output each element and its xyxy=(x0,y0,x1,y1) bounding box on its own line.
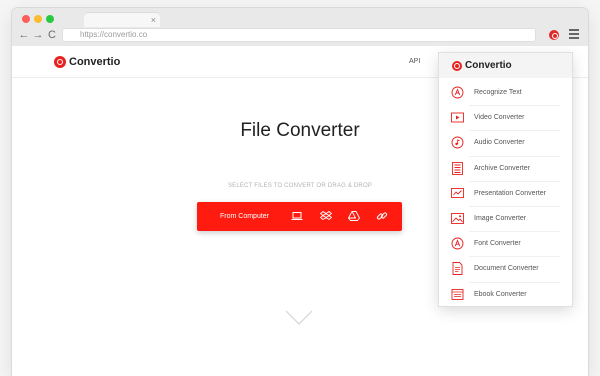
browser-tab[interactable]: × xyxy=(84,13,160,27)
menu-item-font-converter[interactable]: Font Converter xyxy=(439,231,572,256)
video-icon xyxy=(451,112,464,123)
dropbox-icon[interactable] xyxy=(320,210,332,222)
menu-item-label: Audio Converter xyxy=(474,139,525,147)
menu-item-image-converter[interactable]: Image Converter xyxy=(439,205,572,231)
audio-icon xyxy=(451,136,464,149)
address-bar[interactable]: https://convertio.co xyxy=(62,28,536,42)
font-icon xyxy=(451,237,464,250)
link-icon[interactable] xyxy=(376,210,388,222)
back-arrow-icon[interactable]: ← xyxy=(18,29,30,41)
archive-icon xyxy=(452,161,463,175)
google-drive-icon[interactable] xyxy=(348,210,360,222)
menu-item-label: Archive Converter xyxy=(474,164,531,172)
image-icon xyxy=(451,212,464,224)
menu-item-archive-converter[interactable]: Archive Converter xyxy=(439,155,572,181)
tab-close-icon[interactable]: × xyxy=(151,13,156,27)
from-computer-button[interactable]: From Computer xyxy=(220,202,269,231)
minimize-window-button[interactable] xyxy=(34,15,42,23)
menu-item-document-converter[interactable]: Document Converter xyxy=(439,256,572,281)
ocr-icon xyxy=(451,86,464,99)
extension-dropdown-menu: Convertio Recognize Text Video Converter xyxy=(439,53,572,306)
convertio-extension-icon[interactable] xyxy=(549,30,559,40)
laptop-icon[interactable] xyxy=(291,210,303,222)
menu-item-video-converter[interactable]: Video Converter xyxy=(439,105,572,130)
converter-list: Recognize Text Video Converter Audio Con… xyxy=(439,80,572,307)
hamburger-menu-icon[interactable] xyxy=(569,29,579,40)
dropdown-header: Convertio xyxy=(439,53,572,78)
maximize-window-button[interactable] xyxy=(46,15,54,23)
reload-icon[interactable]: C xyxy=(46,29,58,41)
presentation-icon xyxy=(451,187,464,198)
browser-window: × ← → C https://convertio.co Convertio A… xyxy=(12,8,588,376)
menu-item-recognize-text[interactable]: Recognize Text xyxy=(439,80,572,105)
menu-item-audio-converter[interactable]: Audio Converter xyxy=(439,130,572,155)
convertio-logo-icon[interactable] xyxy=(54,56,66,68)
address-url: https://convertio.co xyxy=(80,30,148,39)
nav-link-api[interactable]: API xyxy=(409,58,420,65)
upload-bar: From Computer xyxy=(197,202,402,231)
menu-item-label: Document Converter xyxy=(474,265,539,273)
dropdown-logo-text: Convertio xyxy=(465,60,512,71)
menu-item-ebook-converter[interactable]: Ebook Converter xyxy=(439,281,572,307)
menu-item-label: Recognize Text xyxy=(474,89,522,96)
menu-item-label: Video Converter xyxy=(474,114,525,122)
forward-arrow-icon[interactable]: → xyxy=(32,29,44,41)
menu-item-presentation-converter[interactable]: Presentation Converter xyxy=(439,180,572,206)
browser-toolbar: × ← → C https://convertio.co xyxy=(12,8,588,46)
menu-item-label: Font Converter xyxy=(474,240,521,248)
site-logo-text[interactable]: Convertio xyxy=(69,55,120,69)
menu-item-label: Ebook Converter xyxy=(474,290,527,298)
menu-item-label: Presentation Converter xyxy=(474,189,546,197)
menu-item-label: Image Converter xyxy=(474,214,527,222)
ebook-icon xyxy=(451,288,464,300)
scroll-down-chevron-icon[interactable] xyxy=(285,310,313,326)
convertio-logo-icon xyxy=(452,61,462,71)
document-icon xyxy=(452,262,463,276)
close-window-button[interactable] xyxy=(22,15,30,23)
